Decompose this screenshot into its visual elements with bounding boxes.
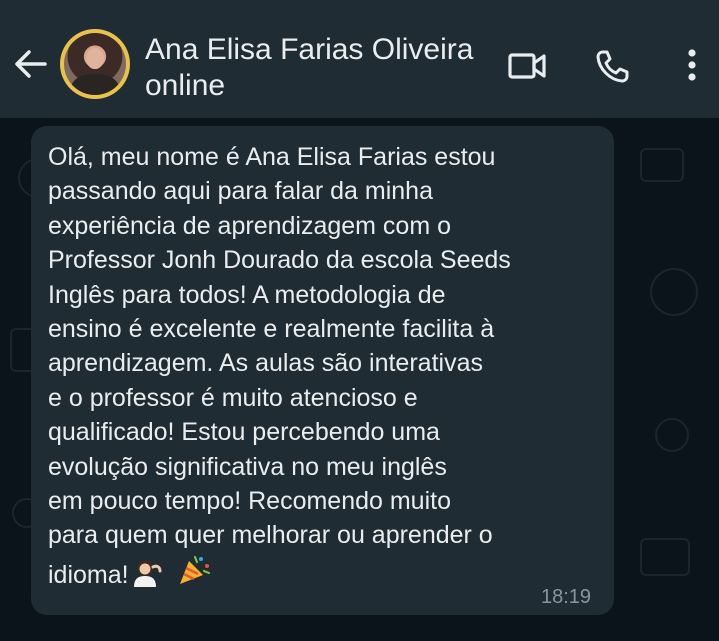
avatar[interactable] [60, 29, 130, 99]
chat-screen: Ana Elisa Farias Oliveira online Olá, me… [0, 0, 719, 641]
chat-header: Ana Elisa Farias Oliveira online [0, 0, 719, 118]
message-timestamp: 18:19 [541, 586, 592, 608]
party-popper-emoji [177, 553, 211, 596]
message-body: Olá, meu nome é Ana Elisa Farias estou p… [48, 143, 511, 589]
message-text: Olá, meu nome é Ana Elisa Farias estou p… [48, 140, 608, 596]
contact-name[interactable]: Ana Elisa Farias Oliveira [145, 32, 473, 68]
avatar-photo [64, 33, 126, 95]
contact-status: online [145, 69, 226, 102]
video-camera-icon[interactable] [502, 44, 552, 88]
more-vertical-icon[interactable] [672, 42, 712, 88]
back-arrow-icon[interactable] [10, 44, 50, 84]
woman-tipping-hand-emoji [131, 557, 163, 596]
phone-icon[interactable] [590, 44, 636, 88]
